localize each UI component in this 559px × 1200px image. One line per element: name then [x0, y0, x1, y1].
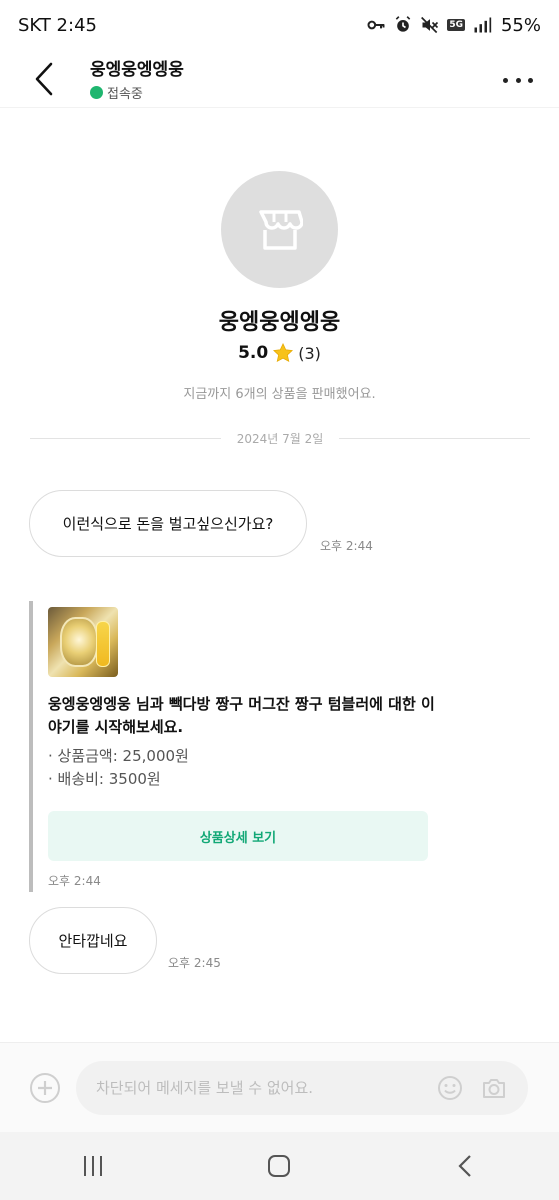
message-bubble[interactable]: 이런식으로 돈을 벌고싶으신가요?: [29, 490, 307, 557]
date-text: 2024년 7월 2일: [236, 431, 324, 446]
dot-icon: [515, 77, 521, 83]
mute-icon: [420, 15, 440, 35]
star-icon: [272, 342, 294, 364]
online-dot-icon: [90, 86, 103, 99]
system-nav-bar: [0, 1132, 559, 1200]
divider-line: [339, 437, 530, 439]
chevron-left-icon: [35, 62, 53, 95]
emoji-button[interactable]: [437, 1075, 463, 1101]
battery-percent: 55%: [500, 14, 541, 36]
rating-score: 5.0: [238, 343, 269, 363]
message-time: 오후 2:44: [320, 539, 373, 553]
chat-screen: SKT 2:45 5G 55% 웅엥웅엥엥웅 접속중 웅엥웅엥엥웅 5.0 (3…: [0, 0, 559, 1200]
rating-row: 5.0 (3): [0, 342, 559, 364]
date-divider: 2024년 7월 2일: [30, 428, 530, 448]
recent-apps-icon: [84, 1156, 103, 1176]
attach-button[interactable]: [30, 1073, 60, 1103]
status-bar: SKT 2:45 5G 55%: [0, 0, 559, 50]
home-button[interactable]: [249, 1136, 309, 1196]
back-icon: [458, 1155, 471, 1177]
signal-icon: [472, 15, 492, 35]
back-button[interactable]: [14, 50, 74, 108]
card-accent-bar: [29, 601, 33, 892]
app-header: 웅엥웅엥엥웅 접속중: [0, 50, 559, 108]
message-text: 이런식으로 돈을 벌고싶으신가요?: [62, 515, 274, 533]
key-icon: [366, 15, 386, 35]
review-count[interactable]: (3): [298, 344, 321, 363]
smiley-icon: [438, 1076, 462, 1100]
message-text: 안타깝네요: [58, 932, 128, 950]
product-shipping: · 배송비: 3500원: [48, 770, 161, 788]
shop-avatar[interactable]: [221, 171, 338, 288]
message-time: 오후 2:45: [168, 956, 221, 970]
chat-title-block: 웅엥웅엥엥웅 접속중: [90, 55, 184, 102]
shop-name: 웅엥웅엥엥웅: [218, 310, 341, 335]
card-time: 오후 2:44: [48, 874, 101, 888]
sold-count-note: 지금까지 6개의 상품을 판매했어요.: [183, 387, 376, 402]
product-glass-image: [96, 621, 110, 667]
product-card-title: 웅엥웅엥엥웅 님과 빽다방 짱구 머그잔 짱구 텀블러에 대한 이야기를 시작해…: [48, 695, 435, 736]
network-5g-icon: 5G: [447, 19, 465, 31]
status-icons: 5G 55%: [366, 15, 541, 36]
product-thumbnail[interactable]: [48, 607, 118, 677]
system-back-button[interactable]: [436, 1136, 496, 1196]
divider-line: [30, 437, 221, 439]
plus-icon: [38, 1081, 52, 1095]
home-icon: [268, 1155, 291, 1177]
presence-status: 접속중: [90, 83, 184, 102]
product-plate-image: [60, 617, 98, 667]
dot-icon: [528, 77, 533, 83]
product-detail-button[interactable]: 상품상세 보기: [48, 811, 428, 861]
camera-button[interactable]: [481, 1075, 507, 1101]
product-price: · 상품금액: 25,000원: [48, 747, 189, 765]
chat-title: 웅엥웅엥엥웅: [90, 60, 184, 80]
message-bubble[interactable]: 안타깝네요: [29, 907, 157, 974]
store-icon: [258, 209, 303, 250]
status-time: SKT 2:45: [18, 14, 97, 36]
dot-icon: [503, 77, 508, 83]
recent-apps-button[interactable]: [63, 1136, 123, 1196]
camera-icon: [483, 1079, 505, 1098]
presence-text: 접속중: [107, 87, 143, 102]
message-input-bar: [0, 1042, 559, 1132]
alarm-icon: [393, 15, 413, 35]
more-options-button[interactable]: [503, 68, 533, 92]
